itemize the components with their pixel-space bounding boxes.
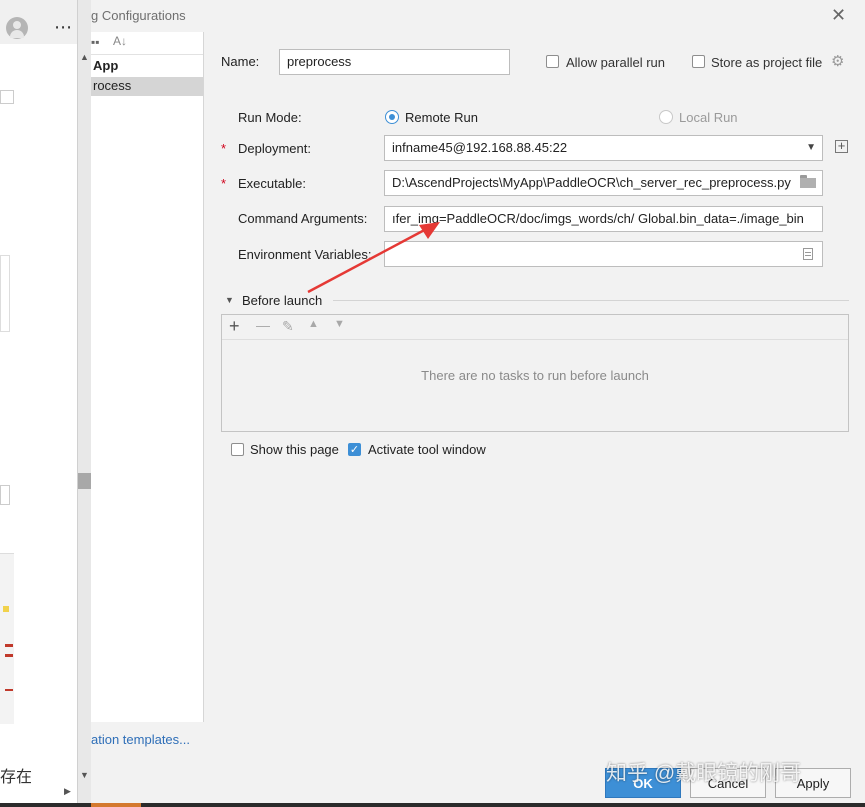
avatar-icon[interactable] (6, 17, 28, 39)
configuration-tree-panel: ▪▪ A↓ App rocess ation templates... (91, 32, 204, 747)
watermark: 知乎 @戴眼镜的刚哥 (606, 762, 802, 785)
before-launch-panel: + — ✎ ▲ ▼ There are no tasks to run befo… (221, 314, 849, 432)
tree-divider (91, 54, 203, 55)
before-launch-toolbar: + — ✎ ▲ ▼ (222, 315, 848, 340)
remote-run-radio[interactable] (385, 110, 399, 124)
add-deployment-icon[interactable]: + (835, 139, 848, 153)
allow-parallel-label: Allow parallel run (566, 55, 665, 70)
executable-input[interactable]: D:\AscendProjects\MyApp\PaddleOCR\ch_ser… (384, 170, 823, 196)
section-divider (333, 300, 849, 301)
gear-icon[interactable]: ⚙ (831, 52, 844, 70)
no-tasks-text: There are no tasks to run before launch (421, 368, 649, 383)
tree-item-label: rocess (93, 78, 132, 93)
browser-window: ⋯ 存在 ▶ (0, 0, 78, 807)
show-page-label: Show this page (250, 442, 339, 457)
deployment-label: Deployment: (238, 141, 311, 156)
tree-toolbar-icon[interactable]: ▪▪ (91, 35, 100, 49)
folder-icon[interactable] (800, 175, 816, 188)
page-fragment (0, 255, 10, 332)
chevron-down-icon[interactable]: ▼ (806, 136, 816, 160)
bottom-scroll-arrow-icon[interactable]: ▶ (64, 786, 71, 797)
activate-tool-label: Activate tool window (368, 442, 486, 457)
tree-item-app[interactable]: App (93, 58, 118, 73)
dialog-title: g Configurations (91, 8, 186, 23)
scroll-down-icon[interactable]: ▼ (80, 770, 89, 780)
move-up-icon[interactable]: ▲ (308, 318, 319, 330)
store-project-label: Store as project file (711, 55, 823, 70)
executable-label: Executable: (238, 176, 306, 191)
show-page-checkbox[interactable] (231, 443, 244, 456)
move-down-icon[interactable]: ▼ (334, 318, 345, 330)
scroll-thumb[interactable] (78, 473, 91, 489)
more-icon[interactable]: ⋯ (54, 17, 72, 38)
browser-cjk-text: 存在 (0, 767, 33, 786)
required-mark: * (221, 141, 227, 156)
required-mark: * (221, 176, 227, 191)
page-fragment (0, 553, 14, 724)
tree-item-preprocess[interactable]: rocess (91, 77, 203, 96)
run-mode-label: Run Mode: (238, 110, 302, 125)
local-run-label: Local Run (679, 110, 738, 125)
dialog-titlebar: g Configurations ✕ (91, 0, 865, 32)
add-task-icon[interactable]: + (229, 316, 240, 336)
page-fragment (0, 485, 10, 505)
close-icon[interactable]: ✕ (831, 5, 846, 26)
deployment-value: infname45@192.168.88.45:22 (392, 140, 568, 155)
page-fragment (0, 90, 14, 104)
taskbar-item (91, 803, 141, 807)
remote-run-label: Remote Run (405, 110, 478, 125)
remove-task-icon[interactable]: — (256, 317, 270, 333)
store-project-checkbox[interactable] (692, 55, 705, 68)
deployment-select[interactable]: infname45@192.168.88.45:22 ▼ (384, 135, 823, 161)
templates-link[interactable]: ation templates... (91, 732, 190, 747)
collapse-arrow-icon[interactable]: ▼ (225, 295, 234, 305)
local-run-radio[interactable] (659, 110, 673, 124)
executable-value: D:\AscendProjects\MyApp\PaddleOCR\ch_ser… (392, 175, 791, 190)
document-icon[interactable] (803, 248, 813, 260)
scroll-up-icon[interactable]: ▲ (80, 52, 89, 62)
annotation-arrow (307, 222, 440, 294)
sort-icon[interactable]: A↓ (113, 34, 127, 48)
activate-tool-checkbox[interactable]: ✓ (348, 443, 361, 456)
allow-parallel-checkbox[interactable] (546, 55, 559, 68)
name-input[interactable]: preprocess (279, 49, 510, 75)
name-label: Name: (221, 54, 260, 69)
edit-task-icon[interactable]: ✎ (282, 318, 294, 335)
